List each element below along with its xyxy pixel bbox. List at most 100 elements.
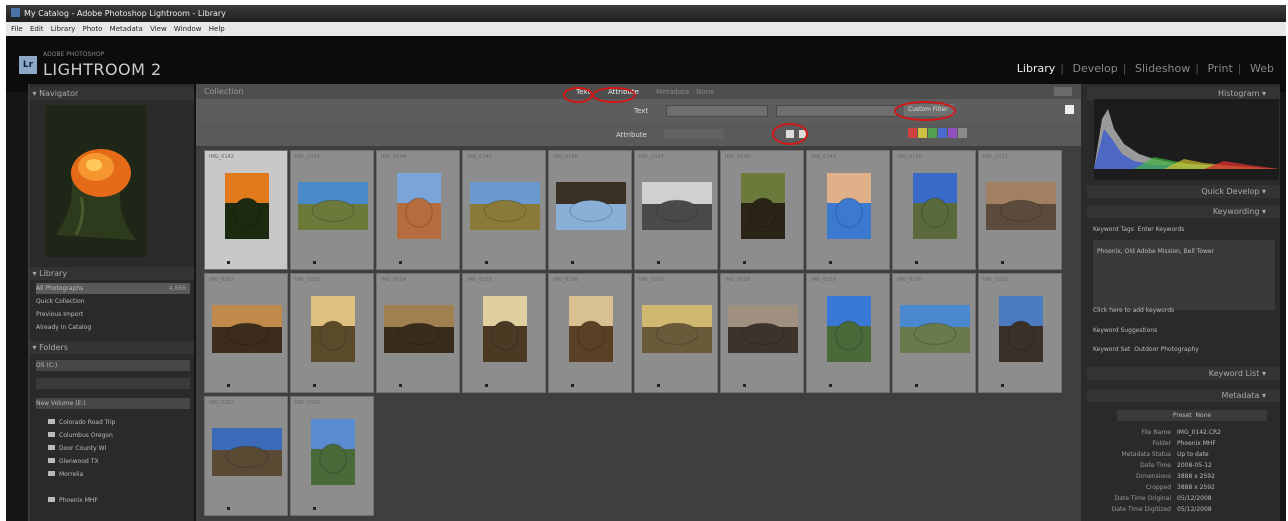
metadata-header[interactable]: Metadata ▾ (1087, 389, 1280, 402)
menu-bar: File Edit Library Photo Metadata View Wi… (6, 22, 1286, 36)
navigator-header[interactable]: ▾ Navigator (30, 87, 194, 100)
folder-glenwood[interactable]: Glenwood TX (48, 456, 188, 467)
thumbnail-cell[interactable]: IMG_0143 (290, 150, 374, 270)
filter-close-button[interactable] (1065, 105, 1074, 114)
folder-door-county[interactable]: Door County WI (48, 443, 188, 454)
menu-file[interactable]: File (11, 25, 23, 33)
thumbnail-cell[interactable]: IMG_0162 (204, 396, 288, 516)
metadata-value[interactable]: Up to date (1177, 451, 1209, 458)
thumbnail-cell[interactable]: IMG_0142 (204, 150, 288, 270)
library-item-quick-collection[interactable]: Quick Collection (36, 296, 190, 307)
folder-phoenix[interactable]: Phoenix MHF (48, 495, 188, 506)
menu-edit[interactable]: Edit (30, 25, 44, 33)
thumbnail-cell[interactable]: IMG_0146 (548, 150, 632, 270)
thumbnail-cell[interactable]: IMG_0144 (376, 150, 460, 270)
folder-columbus[interactable]: Columbus Oregon (48, 430, 188, 441)
thumbnail-cell[interactable]: IMG_0158 (720, 273, 804, 393)
metadata-row: Cropped 3888 x 2592 (1093, 482, 1273, 493)
thumbnail-cell[interactable]: IMG_0161 (978, 273, 1062, 393)
thumbnail-filename: IMG_0160 (897, 277, 922, 283)
tab-metadata[interactable]: Metadata (656, 88, 689, 96)
metadata-value[interactable]: 05/12/2008 (1177, 506, 1212, 513)
thumbnail-cell[interactable]: IMG_0153 (290, 273, 374, 393)
color-label-yellow[interactable] (918, 128, 927, 138)
metadata-value[interactable]: 3888 x 2592 (1177, 473, 1215, 480)
metadata-value[interactable]: 05/12/2008 (1177, 495, 1212, 502)
thumbnail-cell[interactable]: IMG_0160 (892, 273, 976, 393)
navigator-preview[interactable] (46, 105, 146, 257)
metadata-row: File Name IMG_0142.CR2 (1093, 427, 1273, 438)
metadata-value[interactable]: 2008-05-12 (1177, 462, 1212, 469)
volume-c[interactable]: OS (C:) (36, 360, 190, 371)
keyword-list-header[interactable]: Keyword List ▾ (1087, 367, 1280, 380)
folders-header[interactable]: ▾ Folders (30, 341, 194, 354)
module-print[interactable]: Print (1207, 62, 1232, 75)
volume-e[interactable]: New Volume (E:) (36, 398, 190, 409)
tab-none[interactable]: None (696, 88, 714, 96)
thumbnail-image (212, 428, 282, 476)
metadata-label: File Name (1141, 429, 1171, 436)
metadata-label: Date Time (1140, 462, 1171, 469)
color-label-none[interactable] (958, 128, 967, 138)
menu-window[interactable]: Window (174, 25, 202, 33)
menu-view[interactable]: View (150, 25, 167, 33)
library-item-already-in-catalog[interactable]: Already in Catalog (36, 322, 190, 333)
thumbnail-badge (657, 261, 660, 264)
thumbnail-filename: IMG_0162 (209, 400, 234, 406)
folder-colorado[interactable]: Colorado Road Trip (48, 417, 188, 428)
metadata-value[interactable]: IMG_0142.CR2 (1177, 429, 1221, 436)
menu-photo[interactable]: Photo (82, 25, 102, 33)
thumbnail-badge (657, 384, 660, 387)
thumbnail-cell[interactable]: IMG_0152 (204, 273, 288, 393)
thumbnail-cell[interactable]: IMG_0149 (806, 150, 890, 270)
menu-metadata[interactable]: Metadata (110, 25, 143, 33)
lightroom-window: My Catalog - Adobe Photoshop Lightroom -… (6, 5, 1286, 521)
histogram-graph (1094, 109, 1279, 169)
thumbnail-badge (743, 261, 746, 264)
keyword-suggestions[interactable]: Keyword Suggestions (1093, 325, 1273, 336)
thumbnail-cell[interactable]: IMG_0150 (892, 150, 976, 270)
folder-morrelia[interactable]: Morrelia (48, 469, 188, 480)
thumbnail-cell[interactable]: IMG_0154 (376, 273, 460, 393)
metadata-preset-dropdown[interactable]: Preset None (1117, 410, 1267, 421)
thumbnail-image (741, 173, 785, 239)
library-header[interactable]: ▾ Library (30, 267, 194, 280)
thumbnail-cell[interactable]: IMG_0148 (720, 150, 804, 270)
thumbnail-cell[interactable]: IMG_0163 (290, 396, 374, 516)
library-item-all-photographs[interactable]: All Photographs 4,868 (36, 283, 190, 294)
color-label-blue[interactable] (938, 128, 947, 138)
thumbnail-cell[interactable]: IMG_0147 (634, 150, 718, 270)
keywording-header[interactable]: Keywording ▾ (1087, 205, 1280, 218)
filter-lock-button[interactable] (1054, 87, 1072, 96)
thumbnail-cell[interactable]: IMG_0156 (548, 273, 632, 393)
quick-develop-header[interactable]: Quick Develop ▾ (1087, 185, 1280, 198)
thumbnail-cell[interactable]: IMG_0151 (978, 150, 1062, 270)
color-label-purple[interactable] (948, 128, 957, 138)
color-label-red[interactable] (908, 128, 917, 138)
keyword-text-area[interactable]: Phoenix, Old Adobe Mission, Bell Tower (1093, 240, 1275, 310)
menu-library[interactable]: Library (51, 25, 75, 33)
search-target-dropdown[interactable] (666, 105, 768, 117)
module-web[interactable]: Web (1250, 62, 1274, 75)
metadata-value[interactable]: 3888 x 2592 (1177, 484, 1215, 491)
metadata-value[interactable]: Phoenix MHF (1177, 440, 1216, 447)
module-slideshow[interactable]: Slideshow (1135, 62, 1190, 75)
menu-help[interactable]: Help (209, 25, 225, 33)
thumbnail-badge (485, 384, 488, 387)
keyword-tags-row[interactable]: Keyword Tags Enter Keywords (1093, 224, 1273, 235)
click-add-keywords[interactable]: Click here to add keywords (1093, 305, 1273, 316)
metadata-label: Folder (1152, 440, 1171, 447)
flag-filters[interactable] (664, 129, 724, 139)
search-rule-dropdown[interactable] (776, 105, 898, 117)
keyword-set-row[interactable]: Keyword Set Outdoor Photography (1093, 344, 1273, 355)
thumbnail-cell[interactable]: IMG_0159 (806, 273, 890, 393)
thumbnail-cell[interactable]: IMG_0155 (462, 273, 546, 393)
volume-e-row[interactable] (36, 378, 190, 389)
module-library[interactable]: Library (1017, 62, 1055, 75)
module-develop[interactable]: Develop (1072, 62, 1117, 75)
library-item-previous-import[interactable]: Previous Import (36, 309, 190, 320)
color-label-green[interactable] (928, 128, 937, 138)
thumbnail-cell[interactable]: IMG_0157 (634, 273, 718, 393)
thumbnail-cell[interactable]: IMG_0145 (462, 150, 546, 270)
title-bar: My Catalog - Adobe Photoshop Lightroom -… (6, 5, 1286, 22)
